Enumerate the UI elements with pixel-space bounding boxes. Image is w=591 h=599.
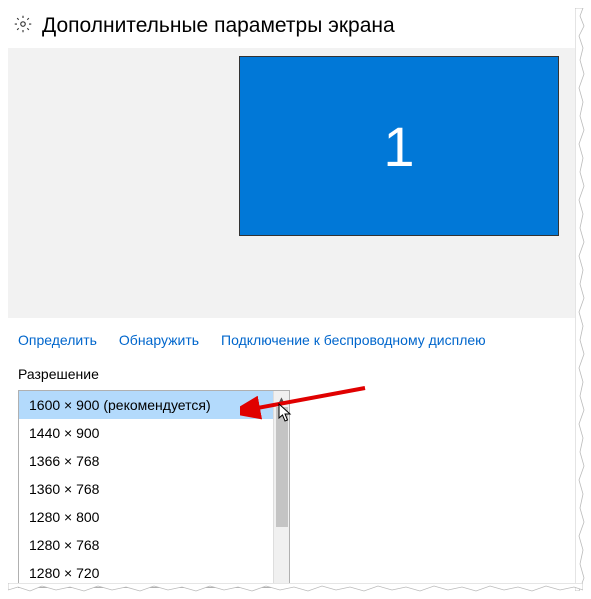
scrollbar[interactable]: ▲ — [273, 391, 289, 587]
page-title: Дополнительные параметры экрана — [42, 14, 395, 38]
monitor-1[interactable]: 1 — [239, 56, 559, 236]
monitor-number: 1 — [383, 114, 414, 179]
resolution-option[interactable]: 1360 × 768 — [19, 475, 289, 503]
resolution-option[interactable]: 1280 × 720 — [19, 559, 289, 587]
resolution-option[interactable]: 1600 × 900 (рекомендуется) — [19, 391, 289, 419]
resolution-label: Разрешение — [8, 360, 583, 388]
resolution-option[interactable]: 1280 × 800 — [19, 503, 289, 531]
resolution-option[interactable]: 1440 × 900 — [19, 419, 289, 447]
resolution-option[interactable]: 1280 × 768 — [19, 531, 289, 559]
scroll-up-icon[interactable]: ▲ — [274, 391, 289, 407]
wireless-display-link[interactable]: Подключение к беспроводному дисплею — [221, 332, 486, 348]
gear-icon — [14, 15, 32, 38]
detect-link[interactable]: Обнаружить — [119, 332, 199, 348]
scroll-thumb[interactable] — [276, 407, 288, 527]
action-links: Определить Обнаружить Подключение к бесп… — [8, 318, 583, 360]
resolution-dropdown[interactable]: 1600 × 900 (рекомендуется) 1440 × 900 13… — [18, 390, 290, 588]
identify-link[interactable]: Определить — [18, 332, 97, 348]
display-arrangement-area: 1 — [8, 48, 577, 318]
header: Дополнительные параметры экрана — [8, 8, 583, 48]
resolution-list: 1600 × 900 (рекомендуется) 1440 × 900 13… — [18, 390, 290, 588]
resolution-option[interactable]: 1366 × 768 — [19, 447, 289, 475]
settings-window: Дополнительные параметры экрана 1 Опреде… — [8, 8, 583, 591]
